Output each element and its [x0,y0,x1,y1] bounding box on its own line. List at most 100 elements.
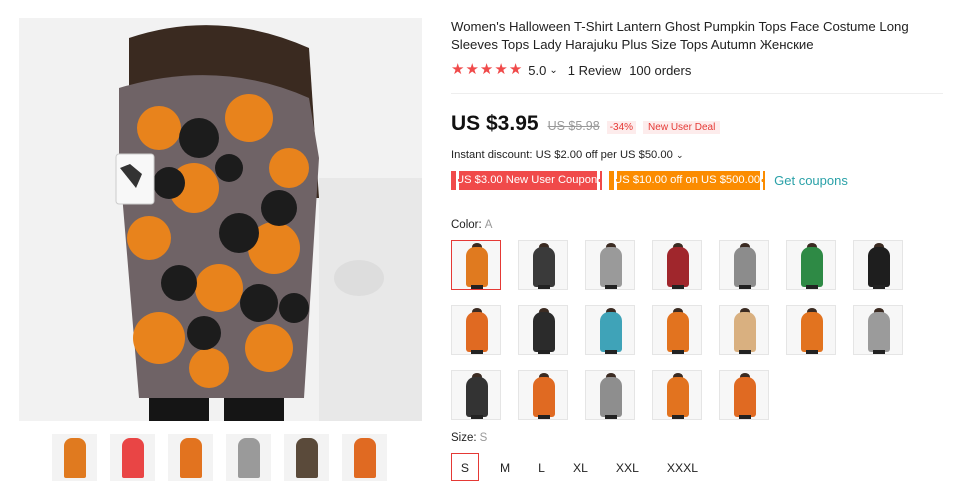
instant-discount[interactable]: Instant discount: US $2.00 off per US $5… [451,149,683,161]
color-swatch[interactable] [451,305,501,355]
swatch-garment [533,377,555,417]
swatch-garment [600,377,622,417]
star-icon: ★ [479,61,494,78]
swatch-model-legs [605,350,617,354]
selected-size: S [479,432,488,444]
star-icon: ★ [465,61,479,78]
order-count: 100 orders [629,62,692,78]
size-label-text: Size: [451,432,477,444]
threshold-coupon[interactable]: US $10.00 off on US $500.00 [609,171,766,190]
thumbnail[interactable] [284,434,329,481]
size-option-xxl[interactable]: XXL [609,453,646,481]
size-option-l[interactable]: L [531,453,552,481]
review-count[interactable]: 1 Review [568,63,621,78]
color-swatch[interactable] [652,370,702,420]
star-icon: ★ [494,61,508,78]
swatch-model-legs [672,285,684,289]
swatch-garment [600,247,622,287]
color-swatch[interactable] [518,240,568,290]
original-price: US $5.98 [547,119,600,133]
swatch-garment [734,312,756,352]
rating-row: ★ ★ ★ ★ ★ 5.0 ⌄ 1 Review 100 orders [451,62,691,78]
color-swatch[interactable] [786,305,836,355]
price-row: US $3.95 US $5.98 -34% New User Deal [451,112,721,136]
instant-discount-text: Instant discount: US $2.00 off per US $5… [451,149,673,161]
color-swatch[interactable] [652,240,702,290]
swatch-model-legs [739,415,751,419]
swatch-garment [600,312,622,352]
swatch-model-legs [672,415,684,419]
color-swatch[interactable] [585,305,635,355]
swatch-garment [734,377,756,417]
swatch-model-legs [806,350,818,354]
thumbnail[interactable] [52,434,97,481]
color-swatch[interactable] [518,370,568,420]
swatch-model-legs [538,350,550,354]
color-swatch[interactable] [719,305,769,355]
new-user-coupon[interactable]: US $3.00 New User Coupon [451,171,603,190]
swatch-garment [801,247,823,287]
color-swatch[interactable] [853,305,903,355]
swatch-model-legs [538,285,550,289]
star-icon: ★ [508,61,523,78]
swatch-garment [868,247,890,287]
swatch-garment [466,377,488,417]
color-swatch[interactable] [786,240,836,290]
swatch-model-legs [471,285,483,289]
size-label: Size: S [451,432,487,444]
swatch-garment [868,312,890,352]
color-swatch[interactable] [451,370,501,420]
swatch-garment [801,312,823,352]
thumbnail[interactable] [226,434,271,481]
swatch-model-legs [538,415,550,419]
get-coupons-link[interactable]: Get coupons [774,173,848,188]
swatch-garment [667,312,689,352]
swatch-garment [667,377,689,417]
swatch-model-legs [605,415,617,419]
size-option-xxxl[interactable]: XXXL [660,453,705,481]
size-option-m[interactable]: M [493,453,517,481]
color-swatch[interactable] [585,370,635,420]
color-swatch[interactable] [652,305,702,355]
thumbnail-strip [52,434,387,481]
swatch-garment [466,247,488,287]
new-user-deal-badge: New User Deal [643,121,721,134]
thumbnail[interactable] [342,434,387,481]
swatch-model-legs [605,285,617,289]
swatch-garment [533,247,555,287]
discount-badge: -34% [606,121,637,134]
swatch-garment [466,312,488,352]
swatch-model-legs [873,350,885,354]
chevron-down-icon[interactable]: ⌄ [549,65,557,76]
swatch-model-legs [471,350,483,354]
main-product-image[interactable] [19,18,422,421]
thumbnail[interactable] [110,434,155,481]
swatch-model-legs [739,350,751,354]
divider [451,93,943,94]
color-swatch[interactable] [518,305,568,355]
star-icon: ★ [451,61,465,78]
swatch-model-legs [806,285,818,289]
product-title: Women's Halloween T-Shirt Lantern Ghost … [451,19,909,52]
color-swatch[interactable] [719,370,769,420]
coupon-row: US $3.00 New User Coupon US $10.00 off o… [451,171,848,190]
swatch-garment [667,247,689,287]
color-swatch[interactable] [853,240,903,290]
rating-value[interactable]: 5.0 [528,63,546,78]
color-swatch[interactable] [719,240,769,290]
size-option-s[interactable]: S [451,453,479,481]
star-rating: ★ ★ ★ ★ ★ [451,62,522,78]
color-swatch[interactable] [451,240,501,290]
chevron-down-icon: ⌄ [675,150,684,160]
size-option-xl[interactable]: XL [566,453,595,481]
color-swatches [451,240,911,420]
swatch-model-legs [471,415,483,419]
size-options: S M L XL XXL XXXL [451,453,719,481]
swatch-garment [533,312,555,352]
selected-color: A [484,219,493,231]
swatch-garment [734,247,756,287]
color-swatch[interactable] [585,240,635,290]
color-label: Color: A [451,219,492,231]
swatch-model-legs [672,350,684,354]
thumbnail[interactable] [168,434,213,481]
